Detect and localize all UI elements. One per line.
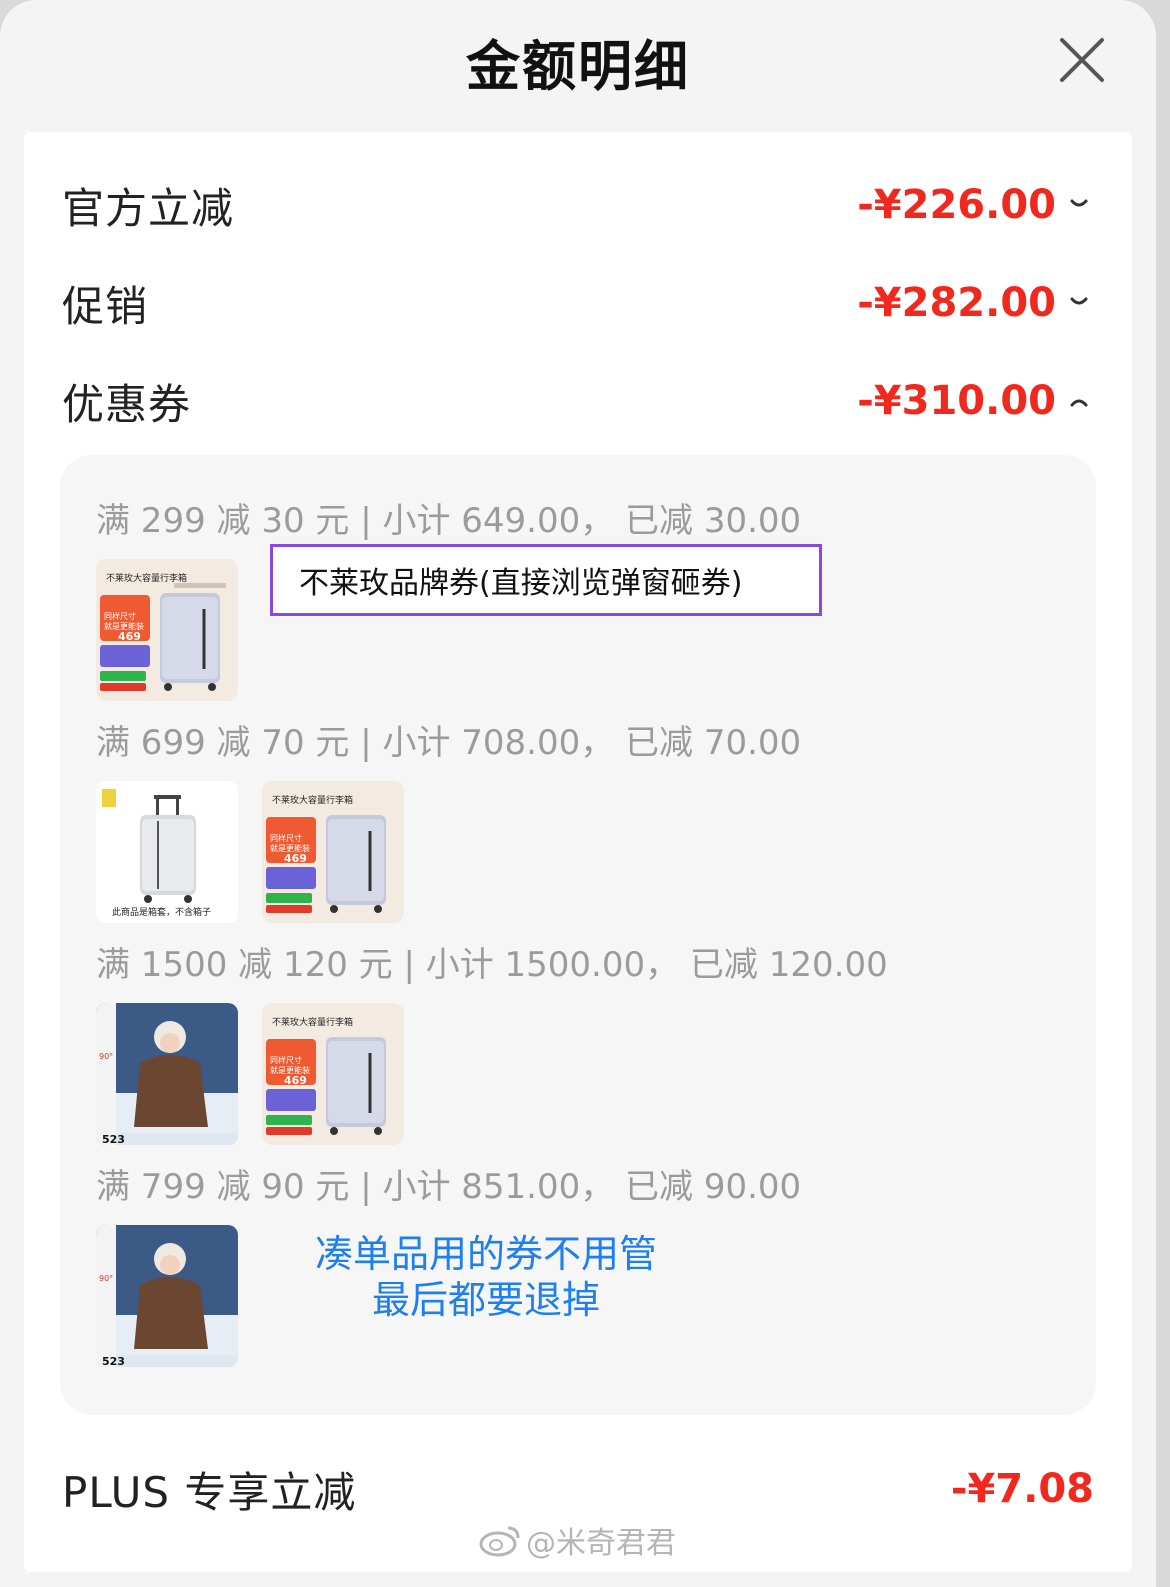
product-thumb-luggage[interactable]: 不莱玫大容量行李箱 同样尺寸 就是更能装 469	[262, 781, 404, 923]
sheet-title: 金额明细	[466, 35, 690, 98]
coupon-group-heading: 满 299 减 30 元 | 小计 649.00， 已减 30.00	[96, 501, 802, 541]
jacket-price-text: 523	[102, 1355, 125, 1367]
luggage-price-text: 469	[118, 630, 141, 643]
luggage-banner-text: 不莱玫大容量行李箱	[106, 572, 187, 584]
row-official-discount[interactable]: 官方立减 -¥226.00	[62, 170, 1092, 240]
product-thumb-luggage[interactable]: 不莱玫大容量行李箱 同样尺寸 就是更能装 469	[96, 559, 238, 701]
row-plus-discount: PLUS 专享立减 -¥7.08	[62, 1454, 1094, 1524]
coupon-group-heading: 满 699 减 70 元 | 小计 708.00， 已减 70.00	[96, 723, 802, 763]
jacket-badge-text: 90°	[99, 1274, 113, 1283]
row-value: -¥310.00	[857, 378, 1056, 424]
cover-caption-text: 此商品是箱套，不含箱子	[112, 906, 211, 918]
chevron-down-icon[interactable]	[1066, 192, 1092, 218]
jacket-badge-text: 90°	[99, 1052, 113, 1061]
product-thumb-luggage[interactable]: 不莱玫大容量行李箱 同样尺寸 就是更能装 469	[262, 1003, 404, 1145]
luggage-banner-text: 不莱玫大容量行李箱	[272, 1016, 353, 1028]
product-thumb-luggage-cover[interactable]: 此商品是箱套，不含箱子	[96, 781, 238, 923]
weibo-icon	[479, 1526, 520, 1557]
annotation-purple-box: 不莱玫品牌券(直接浏览弹窗砸券)	[270, 544, 822, 616]
chevron-up-icon[interactable]	[1066, 388, 1092, 414]
luggage-banner-text: 不莱玫大容量行李箱	[272, 794, 353, 806]
row-label: 优惠券	[62, 379, 192, 429]
luggage-tag-text: 同样尺寸	[104, 611, 136, 621]
amount-detail-sheet: 金额明细 官方立减 -¥226.00 促销 -¥282.00 优惠券 -¥310…	[0, 0, 1156, 1587]
sheet-header: 金额明细	[0, 0, 1156, 120]
watermark: @米奇君君	[478, 1518, 676, 1562]
luggage-tag-text: 同样尺寸	[270, 1055, 302, 1065]
detail-card: 官方立减 -¥226.00 促销 -¥282.00 优惠券 -¥310.00 满…	[24, 132, 1132, 1572]
annotation-blue-line2: 最后都要退掉	[371, 1278, 600, 1322]
row-value: -¥282.00	[857, 280, 1056, 326]
close-icon[interactable]	[1052, 30, 1112, 90]
row-value: -¥226.00	[857, 182, 1056, 228]
chevron-down-icon[interactable]	[1066, 290, 1092, 316]
row-label: 促销	[62, 281, 149, 331]
luggage-tag-text: 同样尺寸	[270, 833, 302, 843]
row-label: PLUS 专享立减	[62, 1467, 357, 1517]
watermark-text: @米奇君君	[526, 1526, 676, 1561]
luggage-price-text: 469	[284, 852, 307, 865]
coupon-group-heading: 满 799 减 90 元 | 小计 851.00， 已减 90.00	[96, 1167, 802, 1207]
luggage-price-text: 469	[284, 1074, 307, 1087]
row-label: 官方立减	[62, 183, 235, 233]
product-thumb-jacket[interactable]: 90° 523	[96, 1003, 238, 1145]
row-promotion[interactable]: 促销 -¥282.00	[62, 268, 1092, 338]
row-coupon[interactable]: 优惠券 -¥310.00	[62, 366, 1092, 436]
product-thumb-jacket[interactable]: 90° 523	[96, 1225, 238, 1367]
coupon-group-heading: 满 1500 减 120 元 | 小计 1500.00， 已减 120.00	[96, 945, 888, 985]
jacket-price-text: 523	[102, 1133, 125, 1145]
row-value: -¥7.08	[950, 1466, 1094, 1512]
